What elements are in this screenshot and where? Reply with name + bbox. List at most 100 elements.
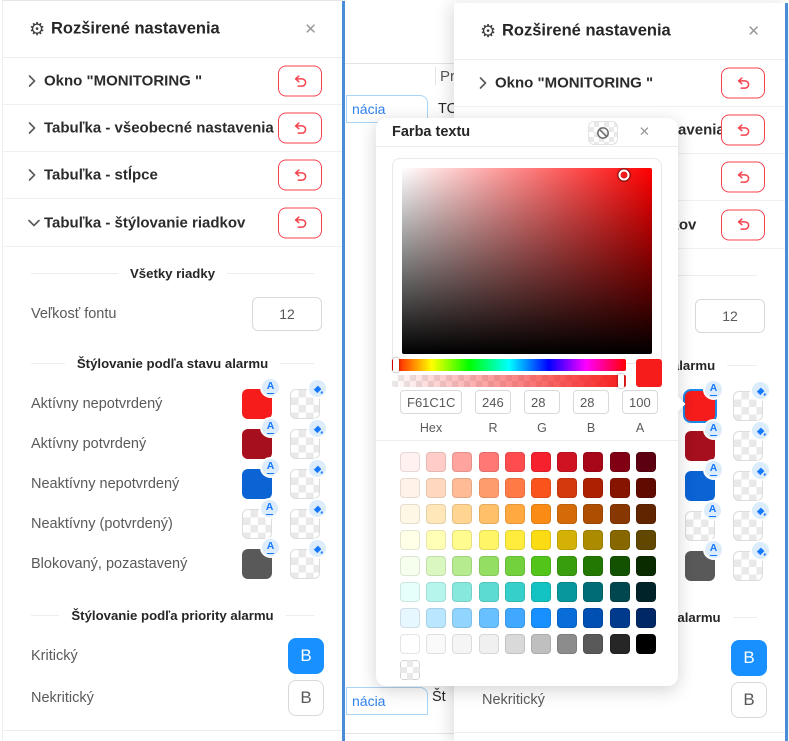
background-tab-bottom[interactable]: nácia — [346, 687, 428, 715]
palette-swatch[interactable] — [610, 452, 630, 472]
fill-color-swatch[interactable] — [733, 551, 763, 581]
palette-swatch[interactable] — [479, 478, 499, 498]
palette-swatch[interactable] — [610, 608, 630, 628]
fill-color-swatch[interactable] — [290, 429, 320, 459]
reset-section-button[interactable] — [721, 209, 765, 240]
palette-swatch[interactable] — [531, 556, 551, 576]
alpha-handle[interactable] — [618, 374, 624, 388]
blue-input[interactable] — [573, 390, 609, 414]
text-color-swatch[interactable]: A — [242, 429, 272, 459]
palette-swatch[interactable] — [479, 608, 499, 628]
palette-swatch[interactable] — [636, 478, 656, 498]
palette-swatch[interactable] — [531, 504, 551, 524]
text-color-swatch[interactable]: A — [685, 551, 715, 581]
palette-swatch[interactable] — [583, 582, 603, 602]
palette-swatch[interactable] — [531, 452, 551, 472]
palette-swatch[interactable] — [636, 530, 656, 550]
transparent-palette-swatch[interactable] — [400, 660, 420, 680]
palette-swatch[interactable] — [636, 452, 656, 472]
palette-swatch[interactable] — [610, 530, 630, 550]
palette-swatch[interactable] — [583, 478, 603, 498]
close-icon[interactable]: ✕ — [747, 22, 760, 40]
palette-swatch[interactable] — [452, 530, 472, 550]
palette-swatch[interactable] — [531, 634, 551, 654]
reset-section-button[interactable] — [721, 115, 765, 146]
palette-swatch[interactable] — [610, 634, 630, 654]
section-window[interactable]: Okno "MONITORING " — [454, 60, 785, 107]
palette-swatch[interactable] — [452, 634, 472, 654]
fill-color-swatch[interactable] — [733, 471, 763, 501]
palette-swatch[interactable] — [400, 530, 420, 550]
bold-toggle-button[interactable]: B — [731, 640, 767, 676]
font-size-input[interactable] — [695, 299, 765, 333]
palette-swatch[interactable] — [583, 504, 603, 524]
palette-swatch[interactable] — [479, 634, 499, 654]
green-input[interactable] — [524, 390, 560, 414]
palette-swatch[interactable] — [426, 478, 446, 498]
bold-toggle-button[interactable]: B — [288, 638, 324, 674]
fill-color-swatch[interactable] — [733, 431, 763, 461]
no-color-button[interactable] — [588, 121, 618, 145]
fill-color-swatch[interactable] — [290, 389, 320, 419]
palette-swatch[interactable] — [505, 478, 525, 498]
palette-swatch[interactable] — [400, 504, 420, 524]
palette-swatch[interactable] — [557, 478, 577, 498]
palette-swatch[interactable] — [557, 556, 577, 576]
palette-swatch[interactable] — [400, 556, 420, 576]
palette-swatch[interactable] — [426, 452, 446, 472]
palette-swatch[interactable] — [479, 504, 499, 524]
palette-swatch[interactable] — [505, 504, 525, 524]
palette-swatch[interactable] — [426, 556, 446, 576]
text-color-swatch[interactable]: A — [685, 511, 715, 541]
palette-swatch[interactable] — [636, 556, 656, 576]
hex-input[interactable] — [400, 390, 462, 414]
palette-swatch[interactable] — [636, 504, 656, 524]
reset-section-button[interactable] — [278, 160, 322, 191]
palette-swatch[interactable] — [452, 608, 472, 628]
palette-swatch[interactable] — [610, 478, 630, 498]
text-color-swatch[interactable]: A — [685, 471, 715, 501]
palette-swatch[interactable] — [400, 582, 420, 602]
palette-swatch[interactable] — [452, 582, 472, 602]
palette-swatch[interactable] — [479, 530, 499, 550]
red-input[interactable] — [475, 390, 511, 414]
palette-swatch[interactable] — [636, 634, 656, 654]
reset-section-button[interactable] — [278, 207, 322, 238]
section-table-general[interactable]: Tabuľka - všeobecné nastavenia — [3, 105, 342, 152]
palette-swatch[interactable] — [505, 530, 525, 550]
hue-handle[interactable] — [393, 358, 399, 372]
reset-section-button[interactable] — [721, 162, 765, 193]
palette-swatch[interactable] — [557, 452, 577, 472]
text-color-swatch[interactable]: A — [685, 431, 715, 461]
palette-swatch[interactable] — [400, 478, 420, 498]
palette-swatch[interactable] — [505, 452, 525, 472]
palette-swatch[interactable] — [557, 634, 577, 654]
palette-swatch[interactable] — [557, 608, 577, 628]
alpha-input[interactable] — [622, 390, 658, 414]
hue-slider[interactable] — [392, 359, 626, 371]
palette-swatch[interactable] — [557, 504, 577, 524]
text-color-swatch[interactable]: A — [242, 509, 272, 539]
palette-swatch[interactable] — [557, 530, 577, 550]
palette-swatch[interactable] — [400, 452, 420, 472]
fill-color-swatch[interactable] — [290, 469, 320, 499]
palette-swatch[interactable] — [610, 556, 630, 576]
palette-swatch[interactable] — [583, 608, 603, 628]
palette-swatch[interactable] — [426, 504, 446, 524]
palette-swatch[interactable] — [426, 634, 446, 654]
palette-swatch[interactable] — [400, 634, 420, 654]
palette-swatch[interactable] — [479, 556, 499, 576]
text-color-swatch[interactable]: A — [242, 549, 272, 579]
background-tab-bottom-next[interactable]: Št — [432, 689, 446, 705]
palette-swatch[interactable] — [452, 556, 472, 576]
text-color-swatch[interactable]: A — [242, 469, 272, 499]
section-row-styling[interactable]: Tabuľka - štýlovanie riadkov — [3, 199, 342, 247]
palette-swatch[interactable] — [479, 452, 499, 472]
palette-swatch[interactable] — [505, 556, 525, 576]
palette-swatch[interactable] — [452, 452, 472, 472]
reset-section-button[interactable] — [721, 68, 765, 99]
palette-swatch[interactable] — [583, 452, 603, 472]
fill-color-swatch[interactable] — [733, 511, 763, 541]
palette-swatch[interactable] — [505, 634, 525, 654]
saturation-area[interactable] — [402, 168, 652, 354]
